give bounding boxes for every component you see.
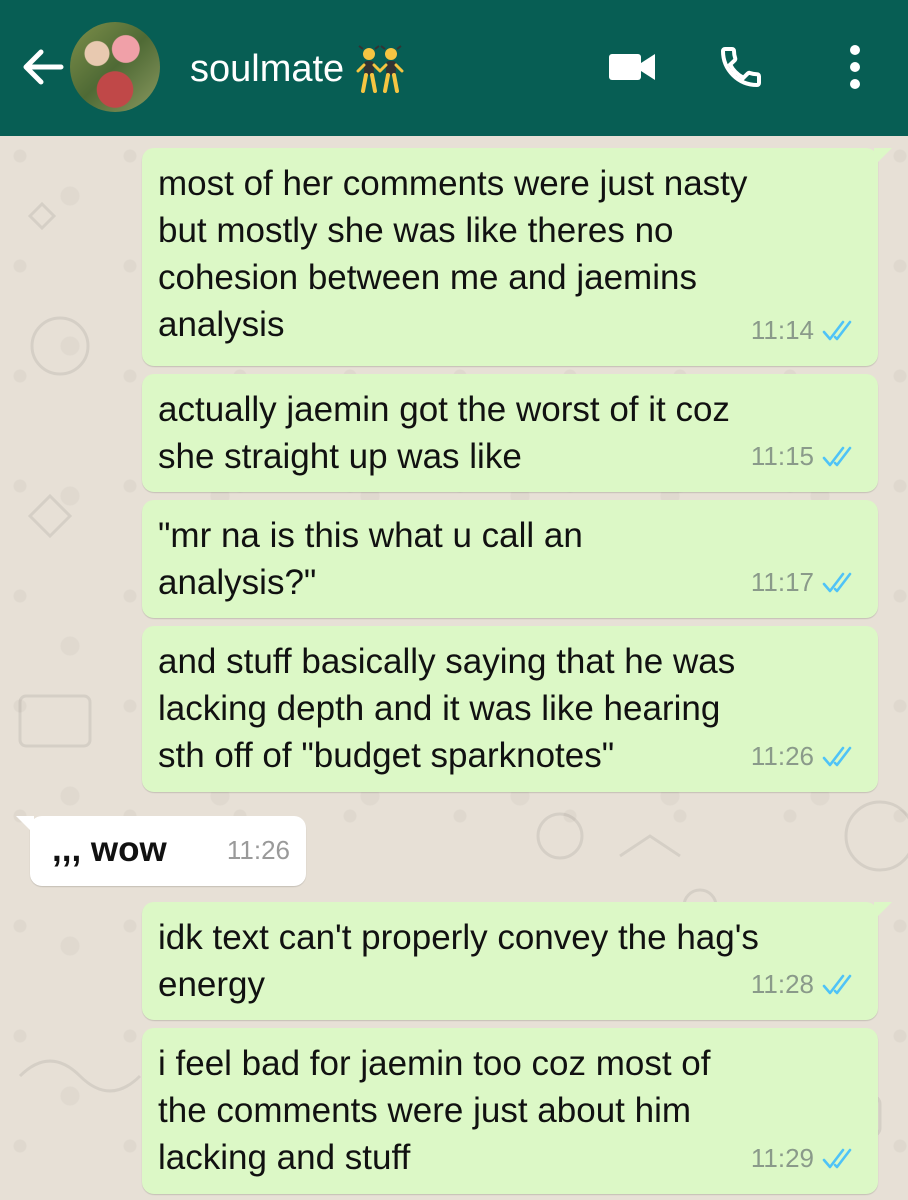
read-double-check-icon (822, 320, 852, 340)
message-bubble-outgoing[interactable]: i feel bad for jaemin too coz most of th… (142, 1028, 878, 1194)
message-bubble-incoming[interactable]: ,,, wow 11:26 (16, 816, 306, 886)
more-options-button[interactable] (826, 38, 884, 96)
bubble-tail (16, 816, 34, 834)
video-call-button[interactable] (603, 38, 661, 96)
message-text: i feel bad for jaemin too coz most of th… (158, 1044, 711, 1177)
message-meta: 11:26 (751, 733, 856, 780)
message-time: 11:26 (226, 835, 290, 865)
dancers-emoji-icon (354, 45, 406, 93)
video-camera-icon (609, 54, 655, 80)
read-double-check-icon (822, 1148, 852, 1168)
chat-area[interactable]: most of her comments were just nasty but… (0, 136, 908, 1200)
message-text: idk text can't properly convey the hag's… (158, 918, 759, 1004)
message-bubble-outgoing[interactable]: idk text can't properly convey the hag's… (142, 902, 892, 1020)
back-button[interactable] (18, 42, 68, 92)
message-bubble-outgoing[interactable]: actually jaemin got the worst of it coz … (142, 374, 878, 492)
message-time: 11:26 (750, 741, 814, 771)
phone-icon (720, 47, 761, 88)
message-meta: 11:14 (751, 307, 856, 354)
message-text: actually jaemin got the worst of it coz … (158, 390, 730, 476)
more-vertical-icon (850, 45, 860, 89)
chat-header: soulmate (0, 0, 908, 136)
message-meta: 11:17 (751, 559, 856, 606)
message-bubble-outgoing[interactable]: and stuff basically saying that he was l… (142, 626, 878, 792)
message-text: and stuff basically saying that he was l… (158, 642, 736, 775)
read-double-check-icon (822, 974, 852, 994)
message-time: 11:29 (750, 1143, 814, 1173)
read-double-check-icon (822, 572, 852, 592)
arrow-left-icon (23, 49, 64, 85)
message-time: 11:15 (750, 441, 814, 471)
message-time: 11:14 (750, 315, 814, 345)
message-text: ,,, wow (52, 830, 167, 869)
bubble-tail (874, 148, 892, 166)
contact-avatar[interactable] (70, 22, 160, 112)
message-bubble-outgoing[interactable]: "mr na is this what u call an analysis?"… (142, 500, 878, 618)
message-meta: 11:26 (227, 827, 290, 874)
message-time: 11:17 (750, 567, 814, 597)
read-double-check-icon (822, 446, 852, 466)
message-meta: 11:28 (751, 961, 856, 1008)
message-time: 11:28 (750, 969, 814, 999)
message-meta: 11:15 (751, 433, 856, 480)
message-text: most of her comments were just nasty but… (158, 164, 748, 344)
voice-call-button[interactable] (712, 38, 770, 96)
bubble-tail (874, 902, 892, 920)
message-bubble-outgoing[interactable]: most of her comments were just nasty but… (142, 148, 892, 366)
read-double-check-icon (822, 746, 852, 766)
message-meta: 11:29 (751, 1135, 856, 1182)
contact-title[interactable]: soulmate (190, 44, 406, 94)
contact-name: soulmate (190, 47, 345, 90)
message-text: "mr na is this what u call an analysis?" (158, 516, 583, 602)
